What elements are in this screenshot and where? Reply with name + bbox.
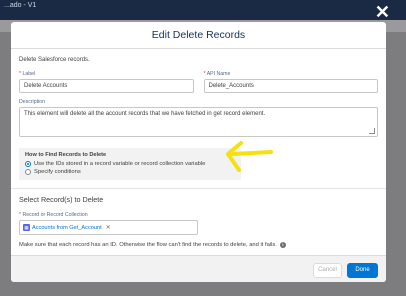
section-divider	[11, 188, 386, 189]
description-textarea-value: This element will delete all the account…	[24, 111, 266, 117]
background-window-title: ...ado - V1	[4, 2, 37, 9]
find-records-panel: How to Find Records to Delete Use the ID…	[19, 148, 241, 180]
background-top-bar: ...ado - V1	[0, 0, 406, 20]
label-input[interactable]: Delete Accounts	[19, 79, 194, 93]
record-id-note-text: Make sure that each record has an ID. Ot…	[19, 242, 277, 248]
description-field-label: Description	[19, 99, 45, 105]
radio-button-selected[interactable]	[25, 161, 31, 167]
modal-footer: Cancel Done	[11, 255, 386, 282]
modal-title: Edit Delete Records	[11, 22, 386, 49]
resize-handle-icon[interactable]	[369, 128, 375, 134]
edit-delete-records-modal: Edit Delete Records Delete Salesforce re…	[11, 22, 386, 282]
radio-option-use-ids[interactable]: Use the IDs stored in a record variable …	[25, 161, 235, 167]
api-name-input[interactable]: Delete_Accounts	[203, 79, 378, 93]
record-collection-label: * Record or Record Collection	[19, 212, 88, 218]
close-icon[interactable]: ✕	[375, 3, 390, 21]
radio-option-label: Specify conditions	[34, 169, 81, 175]
modal-body: Delete Salesforce records. * Label Delet…	[11, 49, 386, 255]
radio-option-specify-conditions[interactable]: Specify conditions	[25, 169, 235, 175]
api-name-field-group: * API Name Delete_Accounts	[203, 71, 378, 93]
label-field-label: * Label	[19, 71, 36, 77]
record-id-note: Make sure that each record has an ID. Ot…	[19, 242, 378, 248]
description-textarea[interactable]: This element will delete all the account…	[19, 107, 378, 137]
info-icon[interactable]: i	[279, 242, 286, 248]
cancel-button[interactable]: Cancel	[313, 263, 342, 278]
element-description-text: Delete Salesforce records.	[19, 57, 90, 63]
done-button[interactable]: Done	[347, 263, 378, 278]
record-variable-icon: ▦	[23, 224, 30, 231]
label-field-group: * Label Delete Accounts	[19, 71, 194, 93]
record-collection-input[interactable]: ▦ Accounts from Get_Account ✕	[19, 220, 198, 235]
remove-pill-icon[interactable]: ✕	[106, 224, 111, 231]
record-collection-label-text: Record or Record Collection	[22, 212, 88, 218]
description-field-group: Description This element will delete all…	[19, 99, 378, 137]
api-name-field-label: * API Name	[203, 71, 231, 77]
label-api-row: * Label Delete Accounts * API Name Delet…	[19, 71, 378, 93]
radio-button[interactable]	[25, 169, 31, 175]
yellow-arrow-icon	[226, 141, 273, 172]
api-name-field-label-text: API Name	[206, 71, 231, 77]
find-records-title: How to Find Records to Delete	[25, 152, 107, 158]
label-field-label-text: Label	[22, 71, 36, 77]
record-pill-label: Accounts from Get_Account	[32, 224, 102, 231]
record-pill[interactable]: ▦ Accounts from Get_Account ✕	[23, 224, 111, 231]
select-records-section-title: Select Record(s) to Delete	[19, 195, 104, 204]
radio-option-label: Use the IDs stored in a record variable …	[34, 161, 206, 167]
